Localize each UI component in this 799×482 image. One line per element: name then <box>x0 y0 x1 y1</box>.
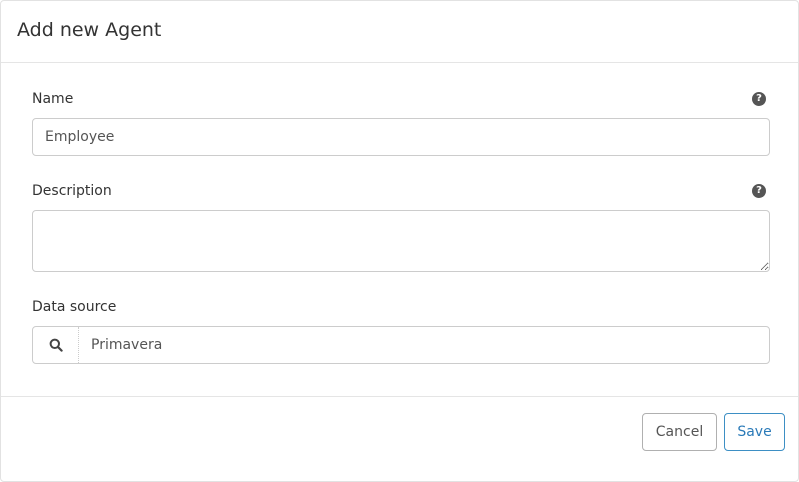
description-label: Description <box>32 183 112 199</box>
search-icon <box>49 338 63 352</box>
name-label: Name <box>32 91 74 107</box>
question-circle-icon[interactable]: ? <box>752 92 766 106</box>
modal-footer-divider <box>1 396 798 397</box>
description-textarea[interactable] <box>32 210 770 272</box>
modal-title: Add new Agent <box>17 19 162 41</box>
data-source-search[interactable] <box>32 326 770 364</box>
name-input[interactable] <box>32 118 770 156</box>
add-agent-modal: Add new Agent Name ? Description ? Data … <box>0 0 799 482</box>
question-circle-icon[interactable]: ? <box>752 184 766 198</box>
cancel-button[interactable]: Cancel <box>642 413 717 451</box>
modal-header: Add new Agent <box>1 1 798 63</box>
search-addon <box>33 327 79 363</box>
save-button[interactable]: Save <box>724 413 785 451</box>
data-source-label: Data source <box>32 299 117 315</box>
data-source-input[interactable] <box>91 327 751 363</box>
